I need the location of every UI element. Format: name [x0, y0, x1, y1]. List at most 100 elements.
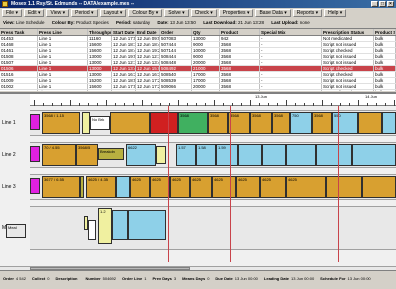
schedule-block[interactable]: 4625 — [212, 176, 236, 198]
schedule-block[interactable] — [116, 176, 130, 198]
table-cell: 12 Jun 12:14 — [113, 60, 136, 65]
schedule-block[interactable]: 1.2 — [98, 208, 112, 244]
menu-help[interactable]: Help ▾ — [324, 9, 347, 17]
schedule-block[interactable]: 3568 — [228, 112, 250, 134]
schedule-block[interactable] — [110, 112, 150, 134]
schedule-block[interactable]: 3568 — [272, 112, 290, 134]
column-header[interactable]: Press Task — [0, 29, 38, 35]
schedule-block[interactable]: 3568 — [178, 112, 208, 134]
schedule-block[interactable] — [30, 146, 40, 162]
column-header[interactable]: Start Date — [112, 29, 136, 35]
table-row[interactable]: 01013Line 11520012 Jun 18:3312 Jun 20:55… — [0, 90, 396, 91]
column-header[interactable]: Qty — [192, 29, 220, 35]
close-button[interactable]: × — [387, 1, 394, 7]
column-header[interactable]: End Date — [136, 29, 160, 35]
schedule-block[interactable] — [382, 112, 396, 134]
menu-solve[interactable]: Solve ▾ — [164, 9, 189, 17]
schedule-block[interactable] — [316, 144, 352, 166]
schedule-block[interactable] — [352, 144, 396, 166]
table-cell: Script not issued — [322, 84, 374, 89]
schedule-block[interactable]: 70 / 4.55 — [42, 144, 76, 166]
schedule-block[interactable] — [362, 176, 396, 198]
schedule-block[interactable]: 1.58 — [196, 144, 216, 166]
schedule-block[interactable]: 750 — [290, 112, 312, 134]
schedule-block[interactable] — [262, 144, 286, 166]
schedule-block[interactable]: 3568/5 — [76, 144, 98, 166]
schedule-block[interactable] — [30, 114, 40, 130]
schedule-block[interactable]: 4625 — [260, 176, 286, 198]
schedule-block[interactable]: 1.57 — [176, 144, 196, 166]
column-header[interactable]: Throughput — [88, 29, 112, 35]
ruler-date: 13 Jun — [255, 94, 268, 99]
schedule-block[interactable] — [112, 210, 128, 240]
minimize-button[interactable]: _ — [371, 1, 378, 7]
column-header[interactable]: Product Stat — [374, 29, 396, 35]
schedule-block[interactable]: 4625 / 4.35 — [86, 176, 116, 198]
schedule-block[interactable]: 3568 — [208, 112, 228, 134]
schedule-block[interactable] — [30, 178, 40, 194]
app-icon — [2, 1, 8, 7]
schedule-block[interactable]: 4625 — [286, 176, 326, 198]
schedule-block[interactable] — [88, 220, 96, 240]
table-cell: 01009 — [0, 78, 38, 83]
schedule-block[interactable] — [326, 176, 362, 198]
schedule-block[interactable]: 4625 — [150, 176, 170, 198]
menu-colour-by[interactable]: Colour By ▾ — [128, 9, 163, 17]
column-header[interactable]: Prescription Status — [322, 29, 374, 35]
schedule-block[interactable]: 1.59 — [216, 144, 238, 166]
schedule-block[interactable] — [358, 112, 382, 134]
column-header[interactable]: Press Line — [38, 29, 88, 35]
schedule-block[interactable]: 4625 — [236, 176, 260, 198]
schedule-block[interactable] — [128, 210, 166, 240]
schedule-block[interactable] — [150, 112, 178, 134]
column-header[interactable]: Product — [220, 29, 260, 35]
table-cell: 507444 — [160, 42, 192, 47]
menu-check[interactable]: Check ▾ — [190, 9, 217, 17]
table-cell: bulk — [374, 84, 396, 89]
table-cell: 13000 — [88, 54, 112, 59]
ruler-tick — [61, 103, 62, 106]
schedule-block[interactable] — [238, 144, 262, 166]
table-cell: Script checked — [322, 48, 374, 53]
breakdown-block[interactable]: Breakdn — [98, 148, 124, 160]
schedule-block[interactable] — [82, 112, 90, 134]
schedule-block[interactable]: 4625 — [190, 176, 212, 198]
table-cell: 942 — [220, 36, 260, 41]
menu-base-data[interactable]: Base Data ▾ — [255, 9, 291, 17]
meal-block[interactable]: Meal — [6, 224, 26, 238]
table-cell: 12 Jun 17:28 — [137, 84, 160, 89]
breakdown-block[interactable]: No Brk — [90, 116, 110, 130]
collect-value: 0 — [47, 276, 50, 281]
menu-properties[interactable]: Properties ▾ — [218, 9, 254, 17]
menu-reports[interactable]: Reports ▾ — [292, 9, 323, 17]
menu-layout[interactable]: Layout ▾ — [99, 9, 127, 17]
schedule-block[interactable]: 3568 — [250, 112, 272, 134]
table-cell: 509747 — [160, 90, 192, 91]
maximize-button[interactable]: □ — [379, 1, 386, 7]
schedule-block[interactable]: 3677 / 6.55 — [42, 176, 80, 198]
table-cell: 12 Jun 18:17 — [113, 42, 136, 47]
schedule-block[interactable] — [80, 176, 84, 198]
ruler-tick — [151, 103, 152, 106]
colour-label: Colour By: — [51, 20, 75, 25]
menu-edit[interactable]: Edit ▾ — [23, 9, 45, 17]
table-cell: 21000 — [192, 66, 220, 71]
schedule-block[interactable]: 3568 — [312, 112, 332, 134]
table-cell: 3568 — [220, 66, 260, 71]
schedule-block[interactable]: 550 — [332, 112, 358, 134]
menu-period[interactable]: Period ▾ — [71, 9, 98, 17]
column-header[interactable]: Order — [160, 29, 192, 35]
schedule-block[interactable]: 4625 — [130, 176, 150, 198]
table-cell: 12 Jun 19:52 — [113, 54, 136, 59]
column-header[interactable]: Special Mix — [260, 29, 322, 35]
schedule-block[interactable]: 3568 / 1.15 — [42, 112, 80, 134]
schedule-block[interactable]: 6622 — [126, 144, 156, 166]
schedule-block[interactable]: 4625 — [170, 176, 190, 198]
table-cell: Line 1 — [38, 72, 88, 77]
period-label: Period: — [116, 20, 132, 25]
schedule-block[interactable] — [286, 144, 316, 166]
menu-file[interactable]: File ▾ — [2, 9, 22, 17]
menu-view[interactable]: View ▾ — [46, 9, 70, 17]
table-cell: bulk — [374, 78, 396, 83]
schedule-block[interactable] — [156, 146, 166, 164]
